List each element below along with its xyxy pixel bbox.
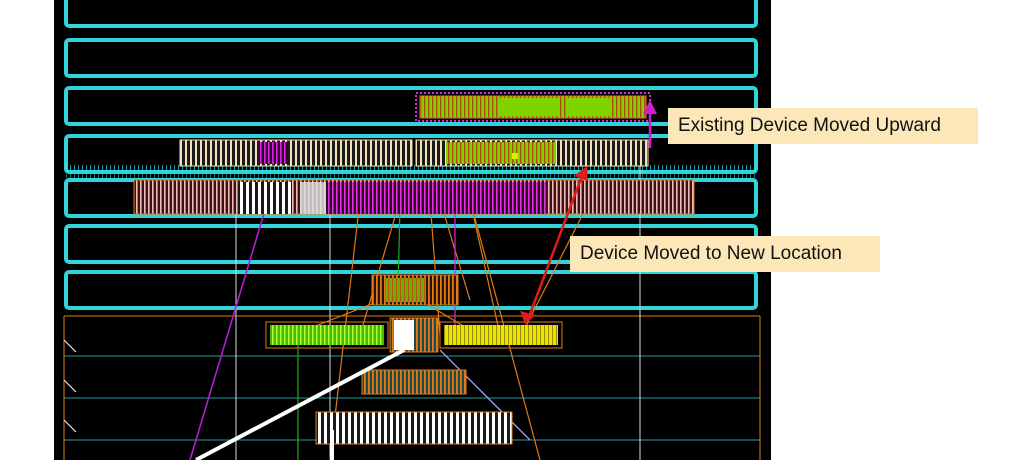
device-white-center[interactable] xyxy=(389,317,439,353)
device-bottom-block[interactable] xyxy=(315,411,513,445)
device-green-left[interactable] xyxy=(265,321,389,349)
device-teal-block[interactable] xyxy=(361,369,467,395)
callout-device-moved-to-new-location: Device Moved to New Location xyxy=(570,236,880,272)
callout-existing-device-moved-upward: Existing Device Moved Upward xyxy=(668,108,978,144)
device-orange-block[interactable] xyxy=(371,274,459,306)
moved-upward-device[interactable] xyxy=(415,92,651,122)
layout-canvas[interactable] xyxy=(0,0,1013,460)
device-row-lower[interactable] xyxy=(133,179,695,215)
device-moved-to-new-location[interactable] xyxy=(439,321,563,349)
